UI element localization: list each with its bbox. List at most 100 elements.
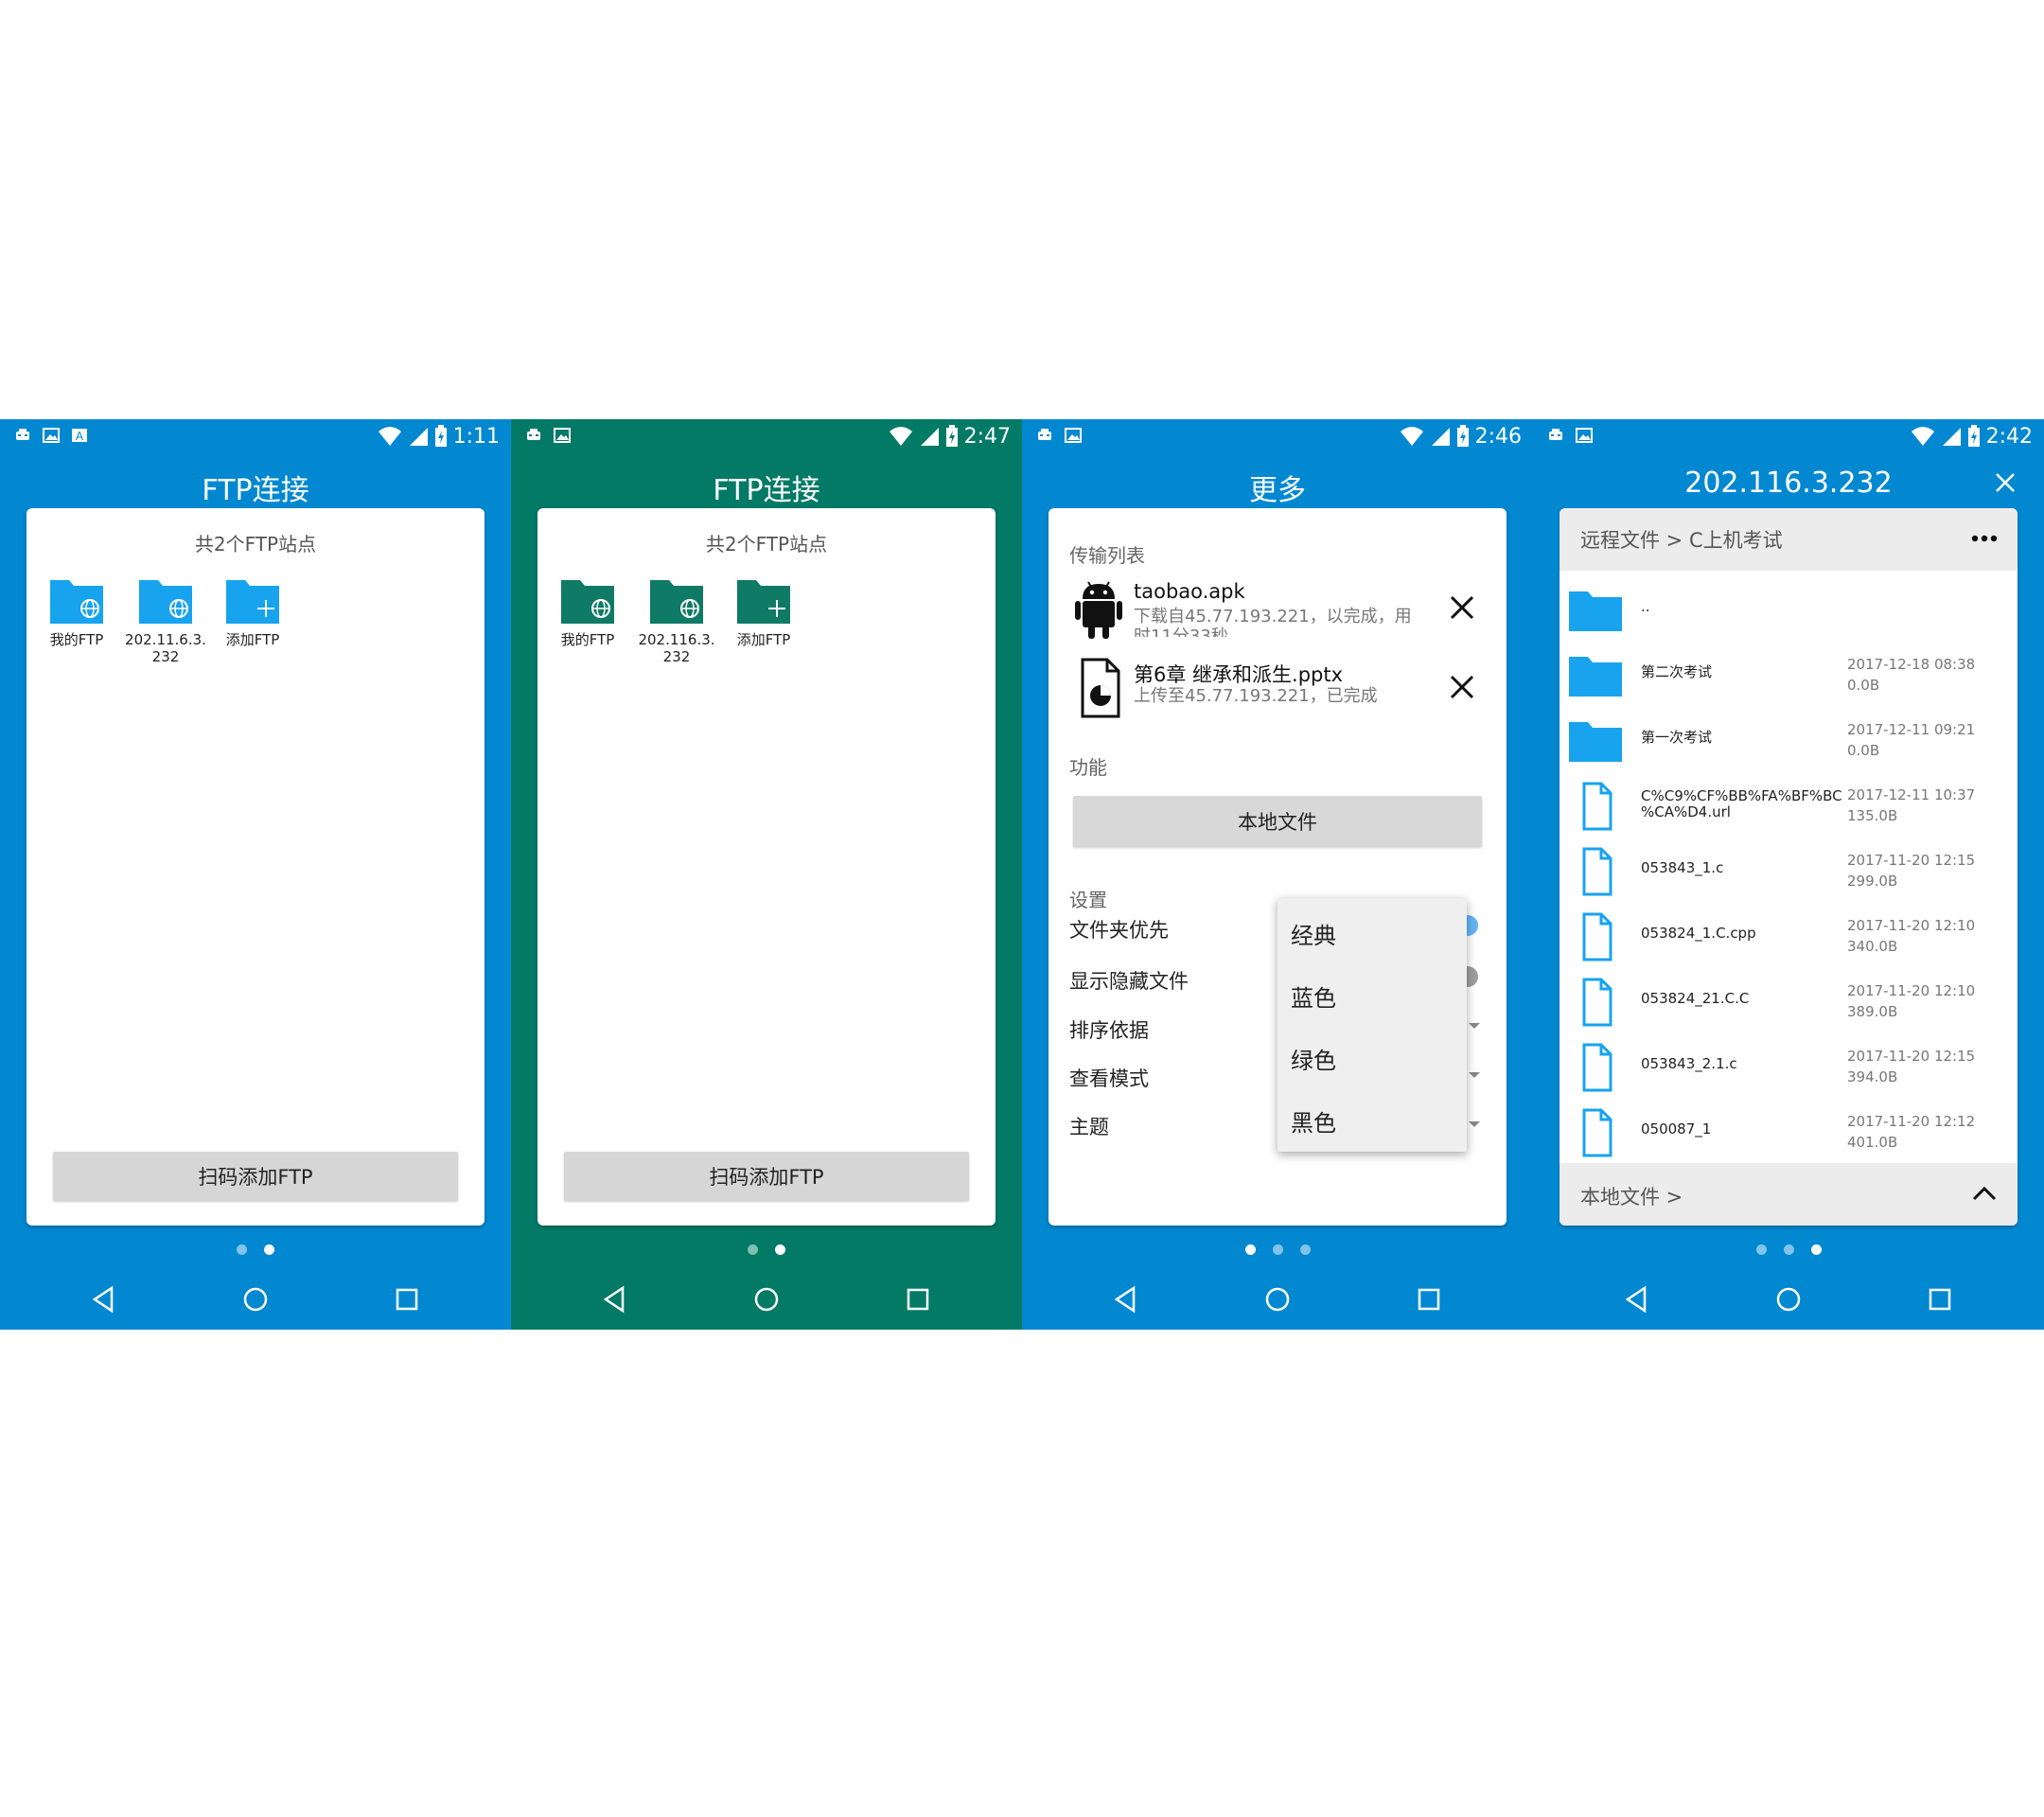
ftp-site-label: 我的FTP bbox=[49, 631, 104, 648]
ftp-folder-icon bbox=[139, 580, 192, 624]
file-icon bbox=[1582, 1108, 1612, 1157]
recents-icon[interactable] bbox=[1414, 1284, 1444, 1314]
notification-app-icon bbox=[1038, 429, 1051, 440]
file-row[interactable]: 050087_1 2017-11-20 12:12 401.0B bbox=[1559, 1101, 2018, 1165]
file-meta: 2017-12-11 10:37 135.0B bbox=[1847, 785, 1975, 826]
back-icon[interactable] bbox=[600, 1284, 630, 1314]
back-icon[interactable] bbox=[1622, 1284, 1652, 1314]
ftp-site-label: 202.116.3. 232 bbox=[638, 631, 715, 665]
view-mode-dropdown-arrow[interactable] bbox=[1469, 1072, 1480, 1078]
setting-folders-first[interactable]: 文件夹优先 bbox=[1069, 915, 1169, 944]
close-icon[interactable] bbox=[1989, 467, 2021, 499]
home-icon[interactable] bbox=[1262, 1284, 1293, 1314]
ftp-site-label: 我的FTP bbox=[560, 631, 615, 648]
ftp-site-label: 202.11.6.3. 232 bbox=[125, 631, 206, 665]
ftp-site-item[interactable]: 202.116.3. 232 bbox=[636, 576, 717, 665]
close-icon[interactable] bbox=[1448, 593, 1476, 622]
setting-show-hidden[interactable]: 显示隐藏文件 bbox=[1069, 966, 1189, 995]
image-notification-icon bbox=[554, 428, 571, 443]
file-size: 340.0B bbox=[1847, 938, 1898, 955]
page-title: FTP连接 bbox=[202, 474, 309, 507]
file-row[interactable]: C%C9%CF%BB%FA%BF%BC %CA%D4.url 2017-12-11… bbox=[1559, 774, 2018, 838]
ftp-site-card: 共2个FTP站点 我的FTP 202.116.3. 232 添加FTP 扫码添加… bbox=[537, 508, 996, 1226]
title-bar: 202.116.3.232 bbox=[1533, 453, 2044, 516]
page-dot-active bbox=[775, 1244, 785, 1255]
image-notification-icon bbox=[1065, 428, 1082, 443]
add-ftp-item[interactable]: 添加FTP bbox=[723, 576, 804, 648]
ftp-site-item[interactable]: 202.11.6.3. 232 bbox=[125, 576, 206, 665]
sort-dropdown-arrow[interactable] bbox=[1469, 1023, 1480, 1029]
back-icon[interactable] bbox=[89, 1284, 119, 1314]
home-icon[interactable] bbox=[751, 1284, 782, 1314]
title-bar: 更多 bbox=[1022, 453, 1533, 516]
file-name: 第一次考试 bbox=[1641, 729, 1713, 746]
nav-bar bbox=[1022, 1271, 1533, 1330]
back-icon[interactable] bbox=[1111, 1284, 1141, 1314]
setting-theme[interactable]: 主题 bbox=[1069, 1112, 1109, 1140]
local-files-button[interactable]: 本地文件 bbox=[1073, 796, 1482, 847]
page-title: FTP连接 bbox=[713, 474, 820, 507]
folder-row[interactable]: .. bbox=[1559, 578, 2018, 643]
local-files-bar[interactable]: 本地文件 > bbox=[1559, 1163, 2018, 1226]
ftp-site-item[interactable]: 我的FTP bbox=[547, 576, 628, 648]
chevron-up-icon[interactable] bbox=[1970, 1182, 1999, 1205]
phone-screen-file-browser: 2:42 202.116.3.232 远程文件 > C上机考试 .. 第二次考试 2… bbox=[1533, 419, 2044, 1330]
add-folder-icon bbox=[737, 580, 790, 624]
page-indicator bbox=[0, 1244, 511, 1258]
add-ftp-item[interactable]: 添加FTP bbox=[212, 576, 293, 648]
transfer-item[interactable]: 第6章 继承和派生.pptx 上传至45.77.193.221，已完成 bbox=[1069, 656, 1486, 724]
file-name: 第二次考试 bbox=[1641, 663, 1713, 680]
page-dot bbox=[237, 1244, 247, 1255]
setting-sort-by[interactable]: 排序依据 bbox=[1069, 1015, 1149, 1044]
notification-app-icon bbox=[527, 429, 540, 440]
theme-option-black[interactable]: 黑色 bbox=[1291, 1104, 1336, 1138]
more-options-icon[interactable] bbox=[1970, 529, 1999, 548]
transfer-item[interactable]: taobao.apk 下载自45.77.193.221，以完成，用时11分33秒 bbox=[1069, 576, 1486, 644]
home-icon[interactable] bbox=[240, 1284, 271, 1314]
file-name: C%C9%CF%BB%FA%BF%BC %CA%D4.url bbox=[1641, 787, 1842, 820]
file-row[interactable]: 053843_1.c 2017-11-20 12:15 299.0B bbox=[1559, 839, 2018, 904]
close-icon[interactable] bbox=[1448, 673, 1476, 701]
file-browser-card: 远程文件 > C上机考试 .. 第二次考试 2017-12-18 08:38 0.0B… bbox=[1559, 508, 2018, 1226]
android-icon bbox=[1075, 581, 1122, 639]
file-name: 053824_21.C.C bbox=[1641, 990, 1750, 1007]
page-indicator bbox=[511, 1244, 1022, 1258]
remote-path[interactable]: 远程文件 > C上机考试 bbox=[1580, 525, 1783, 554]
file-date: 2017-11-20 12:15 bbox=[1847, 852, 1976, 869]
theme-popup-menu: 经典 蓝色 绿色 黑色 bbox=[1278, 898, 1467, 1152]
cell-signal-icon bbox=[1942, 428, 1961, 446]
battery-charging-icon bbox=[1456, 425, 1469, 447]
home-icon[interactable] bbox=[1773, 1284, 1804, 1314]
file-name: .. bbox=[1641, 598, 1650, 615]
recents-icon[interactable] bbox=[1925, 1284, 1955, 1314]
folder-row[interactable]: 第二次考试 2017-12-18 08:38 0.0B bbox=[1559, 644, 2018, 708]
status-bar: 2:47 bbox=[511, 419, 1022, 453]
file-size: 299.0B bbox=[1847, 873, 1898, 890]
folder-icon bbox=[1569, 591, 1622, 631]
recents-icon[interactable] bbox=[392, 1284, 422, 1314]
theme-option-classic[interactable]: 经典 bbox=[1291, 917, 1336, 950]
folder-row[interactable]: 第一次考试 2017-12-11 09:21 0.0B bbox=[1559, 709, 2018, 773]
page-title: 更多 bbox=[1249, 474, 1306, 507]
file-row[interactable]: 053824_1.C.cpp 2017-11-20 12:10 340.0B bbox=[1559, 905, 2018, 969]
scan-add-ftp-button[interactable]: 扫码添加FTP bbox=[564, 1152, 969, 1201]
theme-option-blue[interactable]: 蓝色 bbox=[1291, 979, 1336, 1013]
theme-dropdown-arrow[interactable] bbox=[1469, 1121, 1480, 1127]
recents-icon[interactable] bbox=[903, 1284, 933, 1314]
file-name: 050087_1 bbox=[1641, 1120, 1712, 1138]
page-indicator bbox=[1022, 1244, 1533, 1258]
file-row[interactable]: 053843_2.1.c 2017-11-20 12:15 394.0B bbox=[1559, 1035, 2018, 1100]
file-name: 053824_1.C.cpp bbox=[1641, 925, 1756, 942]
scan-add-ftp-button[interactable]: 扫码添加FTP bbox=[53, 1152, 458, 1201]
page-dot bbox=[1755, 1244, 1767, 1255]
file-date: 2017-12-18 08:38 bbox=[1847, 656, 1976, 673]
settings-label: 设置 bbox=[1069, 889, 1107, 911]
nav-bar bbox=[0, 1271, 511, 1330]
ftp-site-item[interactable]: 我的FTP bbox=[36, 576, 117, 648]
theme-option-green[interactable]: 绿色 bbox=[1291, 1042, 1336, 1075]
file-row[interactable]: 053824_21.C.C 2017-11-20 12:10 389.0B bbox=[1559, 970, 2018, 1034]
add-folder-icon bbox=[226, 580, 279, 624]
page-dot-active bbox=[264, 1244, 274, 1255]
transfer-file-name: taobao.apk bbox=[1134, 580, 1245, 603]
setting-view-mode[interactable]: 查看模式 bbox=[1069, 1064, 1149, 1092]
